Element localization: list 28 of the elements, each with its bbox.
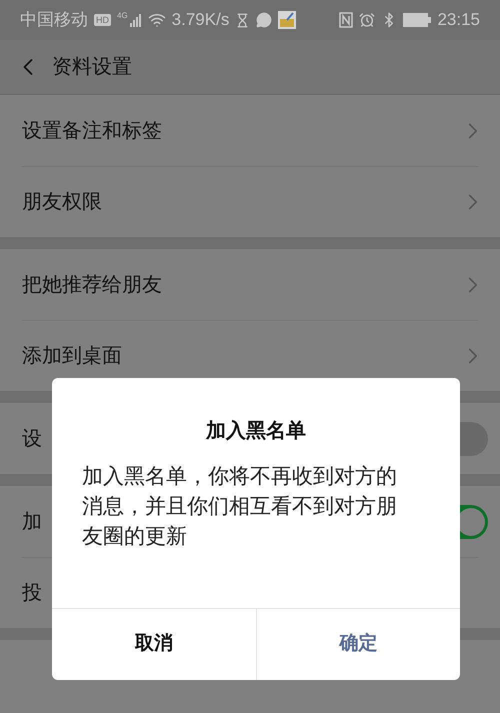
settings-row[interactable]: 设置备注和标签 — [22, 95, 478, 166]
carrier-name: 中国移动 — [20, 9, 88, 32]
row-label: 朋友权限 — [22, 190, 102, 215]
dialog-title: 加入黑名单 — [204, 419, 307, 444]
battery-icon — [403, 13, 432, 27]
network-speed: 3.79K/s — [172, 9, 230, 32]
alarm-icon — [359, 12, 376, 28]
hourglass-icon — [235, 12, 250, 28]
row-label: 投 — [22, 581, 42, 606]
clock-time: 23:15 — [437, 9, 480, 32]
confirm-button[interactable]: 确定 — [256, 609, 460, 680]
page-title: 资料设置 — [52, 55, 132, 80]
row-label: 添加到桌面 — [22, 344, 122, 369]
row-label: 设 — [22, 426, 42, 452]
signal-icon — [130, 13, 142, 27]
dialog-message: 加入黑名单，你将不再收到对方的消息，并且你们相互看不到对方朋友圈的更新 — [82, 464, 398, 550]
settings-row[interactable]: 把她推荐给朋友 — [22, 249, 478, 320]
hd-badge: HD — [94, 14, 111, 26]
network-type: 4G — [117, 10, 128, 22]
row-label: 加 — [22, 510, 42, 534]
cancel-button[interactable]: 取消 — [52, 609, 256, 680]
settings-row[interactable]: 朋友权限 — [22, 166, 478, 237]
row-label: 把她推荐给朋友 — [22, 272, 162, 298]
nfc-icon — [339, 12, 354, 28]
chat-bubble-icon — [256, 12, 272, 28]
row-label: 设置备注和标签 — [22, 118, 162, 144]
wifi-icon — [148, 11, 166, 29]
app-icon — [278, 11, 296, 29]
